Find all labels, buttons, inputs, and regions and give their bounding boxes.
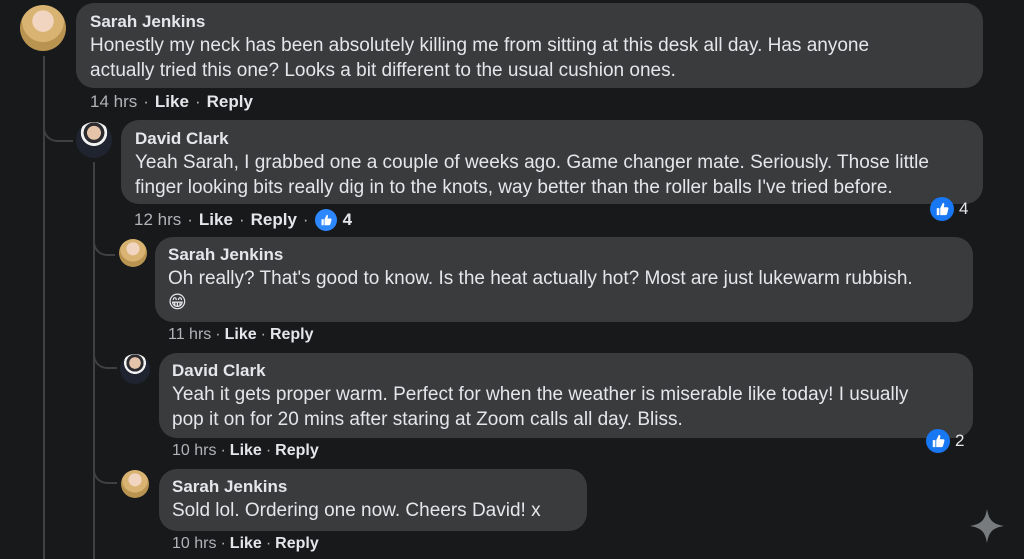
avatar[interactable]	[76, 122, 112, 158]
comment-bubble: David Clark Yeah Sarah, I grabbed one a …	[121, 120, 983, 204]
thread-connector	[93, 462, 117, 484]
timestamp[interactable]: 12 hrs	[134, 210, 181, 230]
thumbs-up-icon	[314, 209, 337, 231]
avatar[interactable]	[119, 239, 147, 267]
comment-bubble: Sarah Jenkins Sold lol. Ordering one now…	[159, 469, 587, 531]
comment-actions: 10 hrs · Like · Reply	[172, 442, 319, 460]
separator: ·	[187, 210, 193, 229]
reply-button[interactable]: Reply	[207, 92, 253, 112]
like-button[interactable]: Like	[225, 326, 257, 344]
separator: ·	[143, 92, 149, 111]
thread-connector	[43, 112, 73, 142]
comment-text-line: Yeah Sarah, I grabbed one a couple of we…	[135, 152, 929, 173]
like-button[interactable]: Like	[230, 442, 262, 460]
comment-text-line: Oh really? That's good to know. Is the h…	[168, 268, 913, 289]
reaction-count[interactable]: 2	[926, 429, 964, 453]
comment-text-line: Honestly my neck has been absolutely kil…	[90, 35, 870, 56]
author-name[interactable]: Sarah Jenkins	[90, 11, 969, 33]
comment-text-line: actually tried this one? Looks a bit dif…	[90, 60, 676, 81]
separator: ·	[220, 535, 226, 552]
separator: ·	[265, 535, 272, 552]
thread-connector	[93, 345, 117, 369]
avatar[interactable]	[120, 354, 150, 384]
reply-button[interactable]: Reply	[251, 210, 297, 230]
comment-text-line: finger looking bits really dig in to the…	[135, 177, 893, 198]
separator: ·	[302, 210, 309, 229]
comment-text-line: Yeah it gets proper warm. Perfect for wh…	[172, 384, 909, 405]
comment-actions: 10 hrs · Like · Reply	[172, 535, 319, 553]
author-name[interactable]: David Clark	[135, 128, 969, 150]
comment-bubble: Sarah Jenkins Honestly my neck has been …	[76, 3, 983, 88]
meta-like-count[interactable]: 4	[343, 210, 352, 230]
avatar[interactable]	[20, 5, 66, 51]
comment-text-line: Sold lol. Ordering one now. Cheers David…	[172, 500, 541, 521]
separator: ·	[215, 326, 221, 343]
timestamp[interactable]: 10 hrs	[172, 442, 216, 460]
timestamp[interactable]: 11 hrs	[168, 326, 211, 344]
thumbs-up-icon	[926, 429, 950, 453]
avatar[interactable]	[121, 470, 149, 498]
author-name[interactable]: Sarah Jenkins	[168, 244, 960, 266]
comment-bubble: David Clark Yeah it gets proper warm. Pe…	[159, 353, 973, 438]
grinning-emoji-icon: 😁	[168, 292, 187, 312]
separator: ·	[194, 92, 201, 111]
comment-bubble: Sarah Jenkins Oh really? That's good to …	[155, 237, 973, 322]
separator: ·	[260, 326, 266, 343]
sparkle-icon	[969, 508, 1005, 544]
separator: ·	[220, 442, 226, 459]
comment-text-line: pop it on for 20 mins after staring at Z…	[172, 409, 683, 430]
timestamp[interactable]: 14 hrs	[90, 92, 137, 112]
like-button[interactable]: Like	[230, 535, 262, 553]
comment-actions: 14 hrs · Like · Reply	[90, 92, 253, 112]
like-button[interactable]: Like	[155, 92, 189, 112]
reply-button[interactable]: Reply	[275, 535, 319, 553]
reply-button[interactable]: Reply	[275, 442, 319, 460]
comment-actions: 12 hrs · Like · Reply · 4	[134, 209, 352, 231]
timestamp[interactable]: 10 hrs	[172, 535, 216, 553]
author-name[interactable]: Sarah Jenkins	[172, 476, 574, 498]
comment-actions: 11 hrs · Like · Reply	[168, 326, 314, 344]
separator: ·	[238, 210, 245, 229]
like-button[interactable]: Like	[199, 210, 233, 230]
thumbs-up-icon	[930, 197, 954, 221]
reaction-count[interactable]: 4	[930, 197, 968, 221]
author-name[interactable]: David Clark	[172, 360, 960, 382]
separator: ·	[265, 442, 272, 459]
thread-connector	[93, 232, 115, 256]
reply-button[interactable]: Reply	[270, 326, 314, 344]
